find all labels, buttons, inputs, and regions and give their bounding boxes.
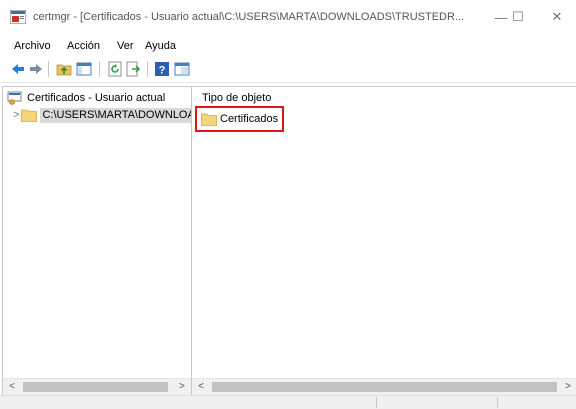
close-button[interactable]: ✕ bbox=[538, 0, 576, 34]
certificate-store-icon bbox=[7, 91, 22, 105]
refresh-icon[interactable] bbox=[107, 61, 123, 77]
svg-text:?: ? bbox=[159, 65, 166, 77]
tree-root-label: Certificados - Usuario actual bbox=[27, 92, 166, 104]
title-bar[interactable]: certmgr - [Certificados - Usuario actual… bbox=[0, 0, 576, 34]
list-horizontal-scrollbar[interactable]: < > bbox=[192, 378, 576, 395]
maximize-button[interactable]: ☐ bbox=[499, 0, 537, 34]
list-item-certificados[interactable]: Certificados bbox=[195, 106, 285, 132]
tree-horizontal-scrollbar[interactable]: < > bbox=[3, 378, 191, 395]
folder-icon bbox=[201, 113, 217, 126]
scroll-left-arrow[interactable]: < bbox=[5, 380, 19, 394]
tree-item-downloads[interactable]: > C:\USERS\MARTA\DOWNLOADS\TRUSTEDR bbox=[13, 107, 191, 123]
scroll-thumb[interactable] bbox=[23, 382, 168, 392]
folder-icon bbox=[21, 109, 38, 122]
window-title: certmgr - [Certificados - Usuario actual… bbox=[33, 11, 465, 23]
forward-icon[interactable] bbox=[28, 61, 44, 77]
toolbar-separator bbox=[99, 61, 100, 77]
menu-bar: Archivo Acción Ver Ayuda bbox=[0, 34, 576, 56]
toolbar: ? bbox=[0, 56, 576, 83]
status-separator bbox=[376, 397, 377, 408]
status-separator bbox=[497, 397, 498, 408]
status-bar bbox=[0, 395, 576, 409]
back-icon[interactable] bbox=[10, 61, 26, 77]
chevron-right-icon[interactable]: > bbox=[13, 109, 19, 121]
scroll-thumb[interactable] bbox=[212, 382, 557, 392]
menu-ver[interactable]: Ver bbox=[117, 40, 134, 52]
menu-accion[interactable]: Acción bbox=[67, 40, 100, 52]
tree-root[interactable]: Certificados - Usuario actual bbox=[7, 90, 165, 106]
certmgr-app-icon bbox=[10, 10, 26, 24]
column-header-tipo-de-objeto[interactable]: Tipo de objeto bbox=[202, 92, 271, 104]
scroll-right-arrow[interactable]: > bbox=[561, 380, 575, 394]
menu-archivo[interactable]: Archivo bbox=[14, 40, 51, 52]
toolbar-separator bbox=[147, 61, 148, 77]
scroll-left-arrow[interactable]: < bbox=[194, 380, 208, 394]
tree-item-label: C:\USERS\MARTA\DOWNLOADS\TRUSTEDR bbox=[40, 107, 191, 123]
properties-icon[interactable] bbox=[174, 61, 190, 77]
up-folder-icon[interactable] bbox=[56, 61, 72, 77]
show-hide-tree-icon[interactable] bbox=[76, 61, 92, 77]
help-icon[interactable]: ? bbox=[154, 61, 170, 77]
tree-pane[interactable]: Certificados - Usuario actual > C:\USERS… bbox=[2, 86, 192, 396]
list-item-label: Certificados bbox=[220, 113, 279, 125]
toolbar-separator bbox=[48, 61, 49, 77]
list-pane[interactable]: Tipo de objeto Certificados < > bbox=[191, 86, 576, 396]
export-list-icon[interactable] bbox=[126, 61, 142, 77]
scroll-right-arrow[interactable]: > bbox=[175, 380, 189, 394]
menu-ayuda[interactable]: Ayuda bbox=[145, 40, 176, 52]
